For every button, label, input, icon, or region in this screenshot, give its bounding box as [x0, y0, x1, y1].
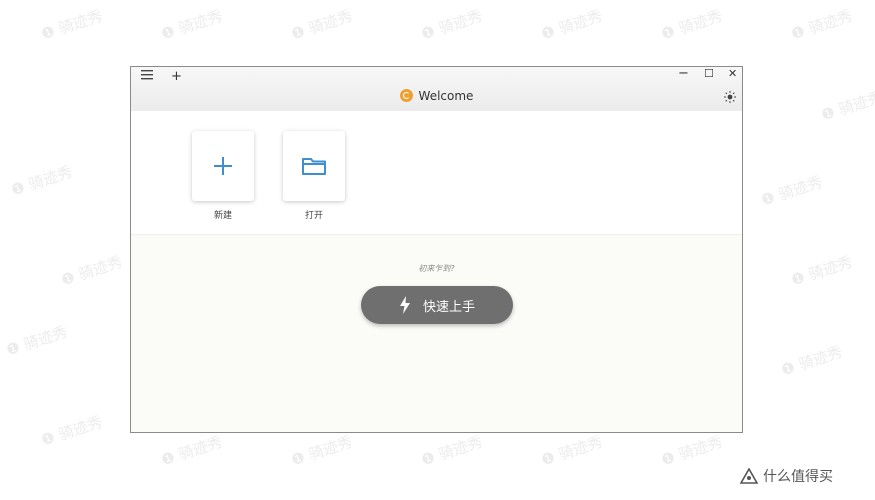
watermark: ❶ 骑迹秀: [788, 252, 855, 290]
watermark: ❶ 骑迹秀: [38, 6, 105, 44]
new-tab-button[interactable]: +: [171, 70, 182, 83]
watermark: ❶ 骑迹秀: [158, 432, 225, 470]
watermark: ❶ 骑迹秀: [818, 87, 875, 125]
hamburger-menu-icon[interactable]: [141, 70, 153, 83]
watermark: ❶ 骑迹秀: [658, 6, 725, 44]
watermark: ❶ 骑迹秀: [418, 432, 485, 470]
quick-start-button[interactable]: 快速上手: [361, 286, 513, 324]
brand-text: 什么值得买: [763, 469, 833, 485]
lightning-icon: [399, 296, 410, 314]
sun-icon[interactable]: [724, 91, 736, 106]
watermark: ❶ 骑迹秀: [418, 6, 485, 44]
app-logo-icon: [399, 89, 413, 102]
watermark: ❶ 骑迹秀: [658, 432, 725, 470]
watermark: ❶ 骑迹秀: [38, 412, 105, 450]
watermark: ❶ 骑迹秀: [788, 6, 855, 44]
watermark: ❶ 骑迹秀: [3, 322, 70, 360]
minimize-button[interactable]: −: [678, 67, 689, 80]
maximize-button[interactable]: ☐: [704, 68, 714, 79]
quick-start-label: 快速上手: [422, 299, 475, 315]
close-button[interactable]: ✕: [728, 68, 737, 79]
watermark: ❶ 骑迹秀: [538, 6, 605, 44]
plus-icon: [214, 157, 232, 175]
open-file-label: 打开: [304, 211, 323, 221]
title-bar: + − ☐ ✕ Welcome: [131, 67, 742, 112]
folder-icon: [302, 158, 326, 175]
watermark: ❶ 骑迹秀: [288, 6, 355, 44]
watermark: ❶ 骑迹秀: [58, 252, 125, 290]
watermark: ❶ 骑迹秀: [8, 162, 75, 200]
window-title: Welcome: [131, 89, 742, 103]
brand-logo-icon: [740, 468, 758, 484]
watermark: ❶ 骑迹秀: [288, 432, 355, 470]
watermark: ❶ 骑迹秀: [758, 172, 825, 210]
open-file-tile[interactable]: [283, 131, 345, 201]
watermark: ❶ 骑迹秀: [158, 6, 225, 44]
newcomer-prompt: 初来乍到?: [418, 264, 455, 273]
brand-watermark: 什么值得买: [740, 466, 833, 486]
window-title-text: Welcome: [418, 89, 474, 103]
watermark: ❶ 骑迹秀: [778, 342, 845, 380]
new-file-label: 新建: [213, 211, 232, 221]
app-window: + − ☐ ✕ Welcome 新建 打开 初来乍到? 快速上手: [130, 66, 743, 433]
new-file-tile[interactable]: [192, 131, 254, 201]
watermark: ❶ 骑迹秀: [538, 432, 605, 470]
quick-actions-panel: 新建 打开: [131, 111, 742, 235]
